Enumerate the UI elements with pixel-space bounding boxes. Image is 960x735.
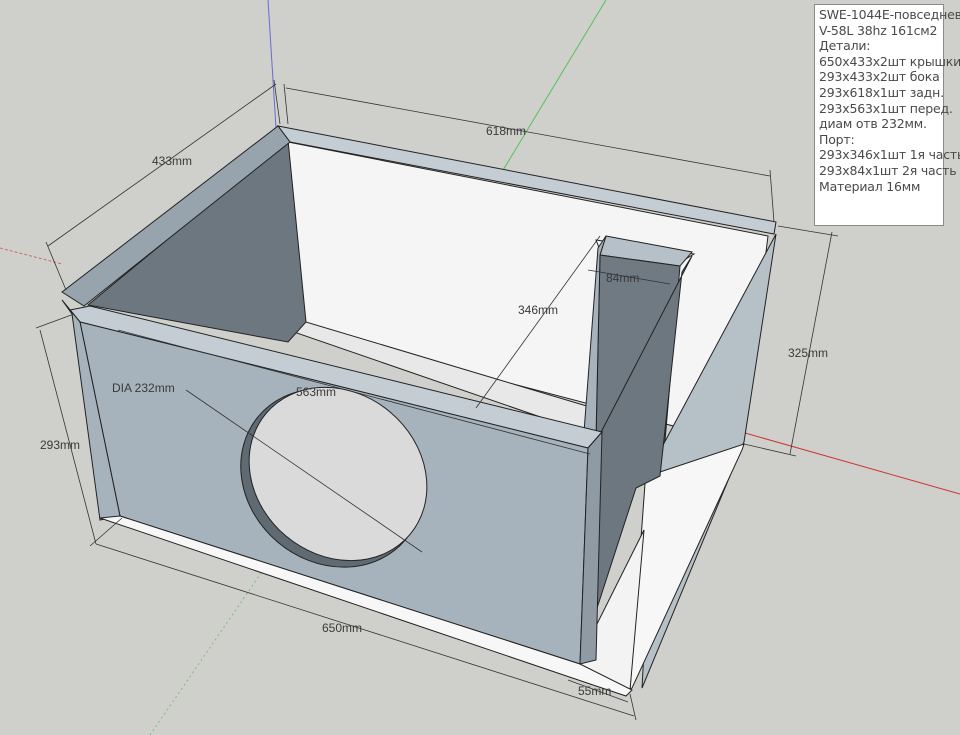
note-line: Детали: [819,38,871,54]
note-line: диам отв 232мм. [819,116,927,132]
dim-ext-325b [743,443,797,457]
dim-line-325 [789,231,833,455]
dim-ext-325a [777,225,839,237]
note-line: 293x618x1шт задн. [819,84,944,100]
specs-note: SWE-1044E-повседнев V-58L 38hz 161см2 Де… [814,4,960,226]
label-650: 650mm [322,621,362,635]
label-84: 84mm [606,271,639,285]
dim-ext-618a [283,83,289,125]
label-563: 563mm [296,385,336,399]
label-dia: DIA 232mm [112,381,175,395]
label-55: 55mm [578,684,611,698]
axis-blue [267,0,277,129]
note-line: Порт: [819,131,855,147]
note-line: Материал 16мм [819,178,921,194]
label-618: 618mm [486,124,526,138]
note-line: SWE-1044E-повседнев [819,7,960,22]
label-325: 325mm [788,346,828,360]
axis-green-dotted [149,559,271,735]
note-line: 293x433x2шт бока [819,69,940,85]
note-line: 293x346x1шт 1я часть [819,147,960,163]
note-line: 650x433x2шт крышки [819,53,960,69]
note-line: V-58L 38hz 161см2 [819,22,938,38]
note-line: 293x84x1шт 2я часть [819,162,957,178]
enclosure [61,125,777,697]
axis-red [0,247,63,265]
axis-red-right [744,432,960,495]
label-293: 293mm [40,438,80,452]
dim-ext-433a [45,241,67,291]
label-433: 433mm [152,154,192,168]
dim-ext-293a [35,313,75,329]
label-346: 346mm [518,303,558,317]
left-inner-wall [86,139,307,343]
dim-ext-618b [769,169,775,223]
note-line: 293x563x1шт перед. [819,100,953,116]
dim-ext-293b [89,517,123,547]
